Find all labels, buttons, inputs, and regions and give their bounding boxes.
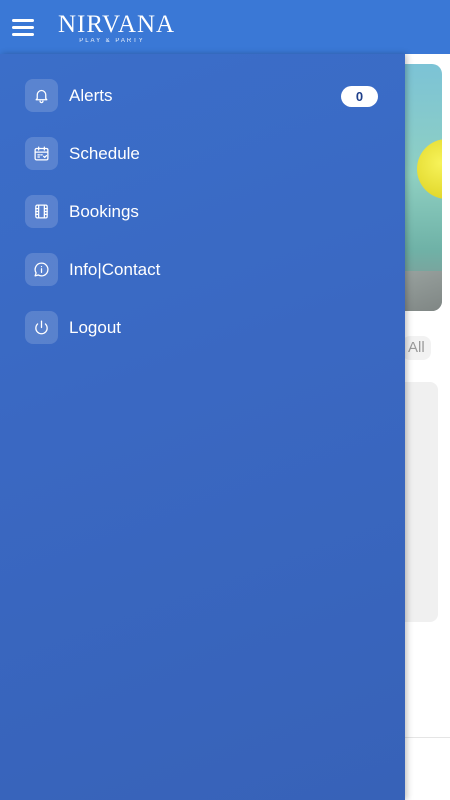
hamburger-line: [12, 26, 34, 29]
drawer-item-label: Schedule: [69, 144, 140, 163]
alerts-count-badge: 0: [341, 86, 378, 107]
drawer-item-schedule[interactable]: Schedule: [25, 137, 380, 171]
logo-subtitle: PLAY & PARTY: [79, 38, 145, 44]
bell-icon: [25, 79, 58, 112]
drawer-item-bookings[interactable]: Bookings: [25, 195, 380, 229]
hamburger-line: [12, 33, 34, 36]
drawer-item-logout[interactable]: Logout: [25, 311, 380, 345]
hamburger-line: [12, 19, 34, 22]
chat-info-icon: [25, 253, 58, 286]
drawer-item-label: Info|Contact: [69, 260, 161, 279]
app-bar: NIRVANA PLAY & PARTY: [0, 0, 450, 54]
app-logo: NIRVANA PLAY & PARTY: [58, 11, 176, 50]
calendar-icon: [25, 137, 58, 170]
drawer-item-label: Logout: [69, 318, 121, 337]
divider: [405, 737, 450, 738]
power-icon: [25, 311, 58, 344]
logo-title: NIRVANA: [58, 11, 176, 38]
hamburger-menu-button[interactable]: [12, 17, 36, 37]
drawer-item-label: Alerts: [69, 86, 113, 105]
view-all-button[interactable]: All: [402, 336, 431, 360]
drawer-item-alerts[interactable]: Alerts 0: [25, 79, 380, 113]
film-icon: [25, 195, 58, 228]
navigation-drawer: Alerts 0 Schedule Bookings Info|Contact …: [0, 54, 405, 800]
drawer-item-info-contact[interactable]: Info|Contact: [25, 253, 380, 287]
hero-ball-graphic: [417, 139, 442, 199]
drawer-item-label: Bookings: [69, 202, 139, 221]
